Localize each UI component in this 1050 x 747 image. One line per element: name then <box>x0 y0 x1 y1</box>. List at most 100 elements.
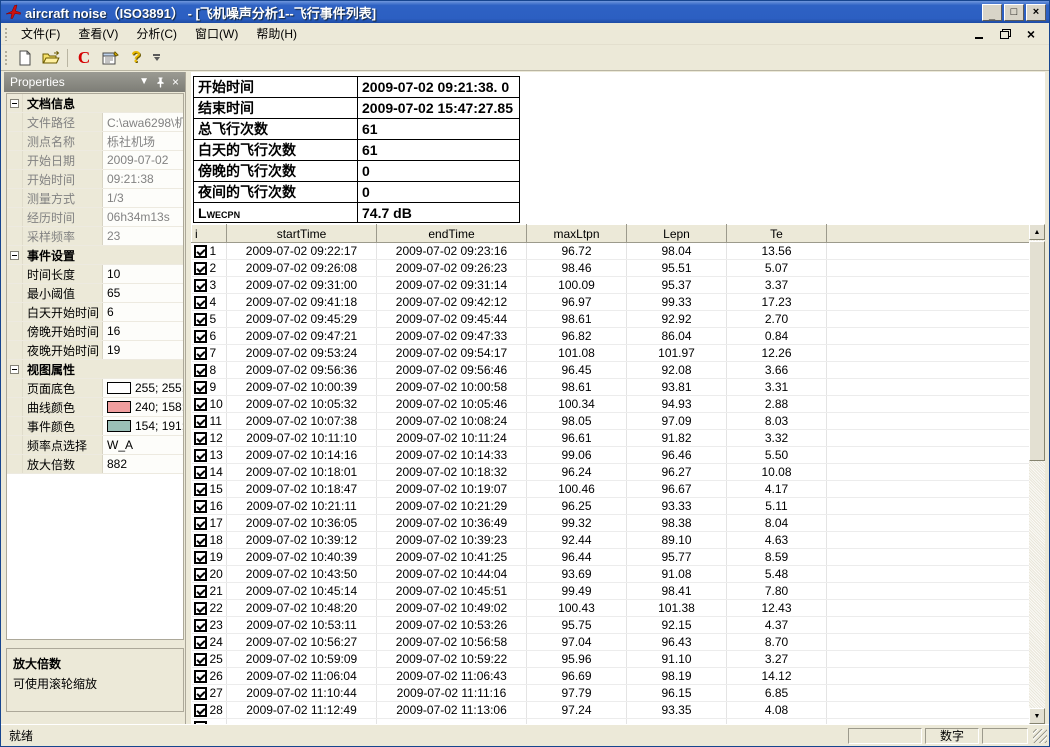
maximize-button[interactable]: □ <box>1004 4 1024 21</box>
prop-row[interactable]: 事件颜色154; 191; 18 <box>7 417 183 436</box>
event-row[interactable]: 132009-07-02 10:14:162009-07-02 10:14:33… <box>192 447 1030 464</box>
properties-button[interactable] <box>98 47 122 69</box>
row-checkbox[interactable] <box>194 483 207 496</box>
row-checkbox[interactable] <box>194 500 207 513</box>
event-row[interactable]: 232009-07-02 10:53:112009-07-02 10:53:26… <box>192 617 1030 634</box>
column-header-i[interactable]: i <box>192 225 227 243</box>
event-row[interactable]: 172009-07-02 10:36:052009-07-02 10:36:49… <box>192 515 1030 532</box>
prop-row[interactable]: 曲线颜色240; 158; 15 <box>7 398 183 417</box>
row-checkbox[interactable] <box>194 517 207 530</box>
event-row[interactable]: 52009-07-02 09:45:292009-07-02 09:45:449… <box>192 311 1030 328</box>
prop-row[interactable]: 时间长度10 <box>7 265 183 284</box>
pin-icon[interactable] <box>156 77 165 88</box>
row-checkbox[interactable] <box>194 347 207 360</box>
row-checkbox[interactable] <box>194 687 207 700</box>
vertical-scrollbar[interactable]: ▲ ▼ <box>1029 224 1045 724</box>
prop-row[interactable]: 傍晚开始时间16 <box>7 322 183 341</box>
row-checkbox[interactable] <box>194 296 207 309</box>
row-checkbox[interactable] <box>194 704 207 717</box>
panel-menu-chevron-icon[interactable]: ▼ <box>139 77 149 87</box>
row-checkbox[interactable] <box>194 602 207 615</box>
menu-item-help[interactable]: 帮助(H) <box>247 24 306 44</box>
event-row[interactable]: 92009-07-02 10:00:392009-07-02 10:00:589… <box>192 379 1030 396</box>
menu-item-file[interactable]: 文件(F) <box>12 24 69 44</box>
event-row[interactable]: 152009-07-02 10:18:472009-07-02 10:19:07… <box>192 481 1030 498</box>
event-row[interactable]: 262009-07-02 11:06:042009-07-02 11:06:43… <box>192 668 1030 685</box>
menu-item-window[interactable]: 窗口(W) <box>186 24 247 44</box>
prop-section-row[interactable]: 文档信息 <box>7 94 183 113</box>
menu-item-analysis[interactable]: 分析(C) <box>127 24 186 44</box>
event-row[interactable]: 162009-07-02 10:21:112009-07-02 10:21:29… <box>192 498 1030 515</box>
prop-value[interactable]: 65 <box>103 284 183 302</box>
scroll-down-button[interactable]: ▼ <box>1029 708 1045 724</box>
column-header-blank[interactable] <box>827 225 1030 243</box>
event-row[interactable]: 42009-07-02 09:41:182009-07-02 09:42:129… <box>192 294 1030 311</box>
resize-grip[interactable] <box>1033 729 1047 743</box>
event-row[interactable]: 122009-07-02 10:11:102009-07-02 10:11:24… <box>192 430 1030 447</box>
prop-value[interactable]: 19 <box>103 341 183 359</box>
prop-value[interactable]: 255; 255; 25 <box>103 379 183 397</box>
prop-value[interactable]: 154; 191; 18 <box>103 417 183 435</box>
minimize-button[interactable]: _ <box>982 4 1002 21</box>
open-file-button[interactable] <box>39 47 63 69</box>
mdi-minimize-button[interactable] <box>971 27 987 41</box>
prop-row[interactable]: 经历时间06h34m13s <box>7 208 183 227</box>
prop-row[interactable]: 最小阈值65 <box>7 284 183 303</box>
row-checkbox[interactable] <box>194 466 207 479</box>
collapse-icon[interactable] <box>10 365 19 374</box>
prop-value[interactable]: 1/3 <box>103 189 183 207</box>
prop-value[interactable]: 2009-07-02 <box>103 151 183 169</box>
prop-row[interactable]: 测量方式1/3 <box>7 189 183 208</box>
prop-row[interactable]: 放大倍数882 <box>7 455 183 474</box>
prop-section-row[interactable]: 视图属性 <box>7 360 183 379</box>
prop-value[interactable]: 240; 158; 15 <box>103 398 183 416</box>
prop-row[interactable]: 文件路径C:\awa6298\机场 <box>7 113 183 132</box>
panel-close-icon[interactable]: × <box>172 76 179 88</box>
event-row[interactable]: 82009-07-02 09:56:362009-07-02 09:56:469… <box>192 362 1030 379</box>
toolbar-grip-handle[interactable] <box>4 49 9 67</box>
event-row[interactable]: 212009-07-02 10:45:142009-07-02 10:45:51… <box>192 583 1030 600</box>
row-checkbox[interactable] <box>194 330 207 343</box>
scroll-up-button[interactable]: ▲ <box>1029 224 1045 240</box>
row-checkbox[interactable] <box>194 670 207 683</box>
prop-row[interactable]: 页面底色255; 255; 25 <box>7 379 183 398</box>
prop-row[interactable]: 开始时间09:21:38 <box>7 170 183 189</box>
menu-item-view[interactable]: 查看(V) <box>69 24 127 44</box>
row-checkbox[interactable] <box>194 364 207 377</box>
row-checkbox[interactable] <box>194 279 207 292</box>
column-header-Lepn[interactable]: Lepn <box>627 225 727 243</box>
event-row[interactable]: 12009-07-02 09:22:172009-07-02 09:23:169… <box>192 243 1030 260</box>
prop-value[interactable]: 09:21:38 <box>103 170 183 188</box>
row-checkbox[interactable] <box>194 653 207 666</box>
help-button[interactable]: ? <box>124 47 148 69</box>
prop-row[interactable]: 白天开始时间6 <box>7 303 183 322</box>
new-document-button[interactable] <box>13 47 37 69</box>
event-row[interactable]: 242009-07-02 10:56:272009-07-02 10:56:58… <box>192 634 1030 651</box>
prop-value[interactable]: 06h34m13s <box>103 208 183 226</box>
row-checkbox[interactable] <box>194 568 207 581</box>
prop-value[interactable]: W_A <box>103 436 183 454</box>
event-row[interactable]: 222009-07-02 10:48:202009-07-02 10:49:02… <box>192 600 1030 617</box>
row-checkbox[interactable] <box>194 381 207 394</box>
row-checkbox[interactable] <box>194 534 207 547</box>
close-button[interactable]: × <box>1026 4 1046 21</box>
prop-value[interactable]: 16 <box>103 322 183 340</box>
row-checkbox[interactable] <box>194 449 207 462</box>
prop-value[interactable]: 6 <box>103 303 183 321</box>
column-header-endTime[interactable]: endTime <box>377 225 527 243</box>
event-row[interactable]: 142009-07-02 10:18:012009-07-02 10:18:32… <box>192 464 1030 481</box>
prop-section-row[interactable]: 事件设置 <box>7 246 183 265</box>
column-header-maxLtpn[interactable]: maxLtpn <box>527 225 627 243</box>
row-checkbox[interactable] <box>194 432 207 445</box>
scrollbar-thumb[interactable] <box>1029 241 1045 461</box>
awa-logo-button[interactable]: C <box>72 47 96 69</box>
event-row[interactable]: 202009-07-02 10:43:502009-07-02 10:44:04… <box>192 566 1030 583</box>
prop-value[interactable]: 10 <box>103 265 183 283</box>
event-row[interactable]: 32009-07-02 09:31:002009-07-02 09:31:141… <box>192 277 1030 294</box>
event-row[interactable]: 272009-07-02 11:10:442009-07-02 11:11:16… <box>192 685 1030 702</box>
event-row[interactable]: 192009-07-02 10:40:392009-07-02 10:41:25… <box>192 549 1030 566</box>
event-row[interactable]: 112009-07-02 10:07:382009-07-02 10:08:24… <box>192 413 1030 430</box>
prop-value[interactable]: C:\awa6298\机场 <box>103 113 183 131</box>
mdi-restore-button[interactable] <box>997 27 1013 41</box>
event-row[interactable]: 72009-07-02 09:53:242009-07-02 09:54:171… <box>192 345 1030 362</box>
